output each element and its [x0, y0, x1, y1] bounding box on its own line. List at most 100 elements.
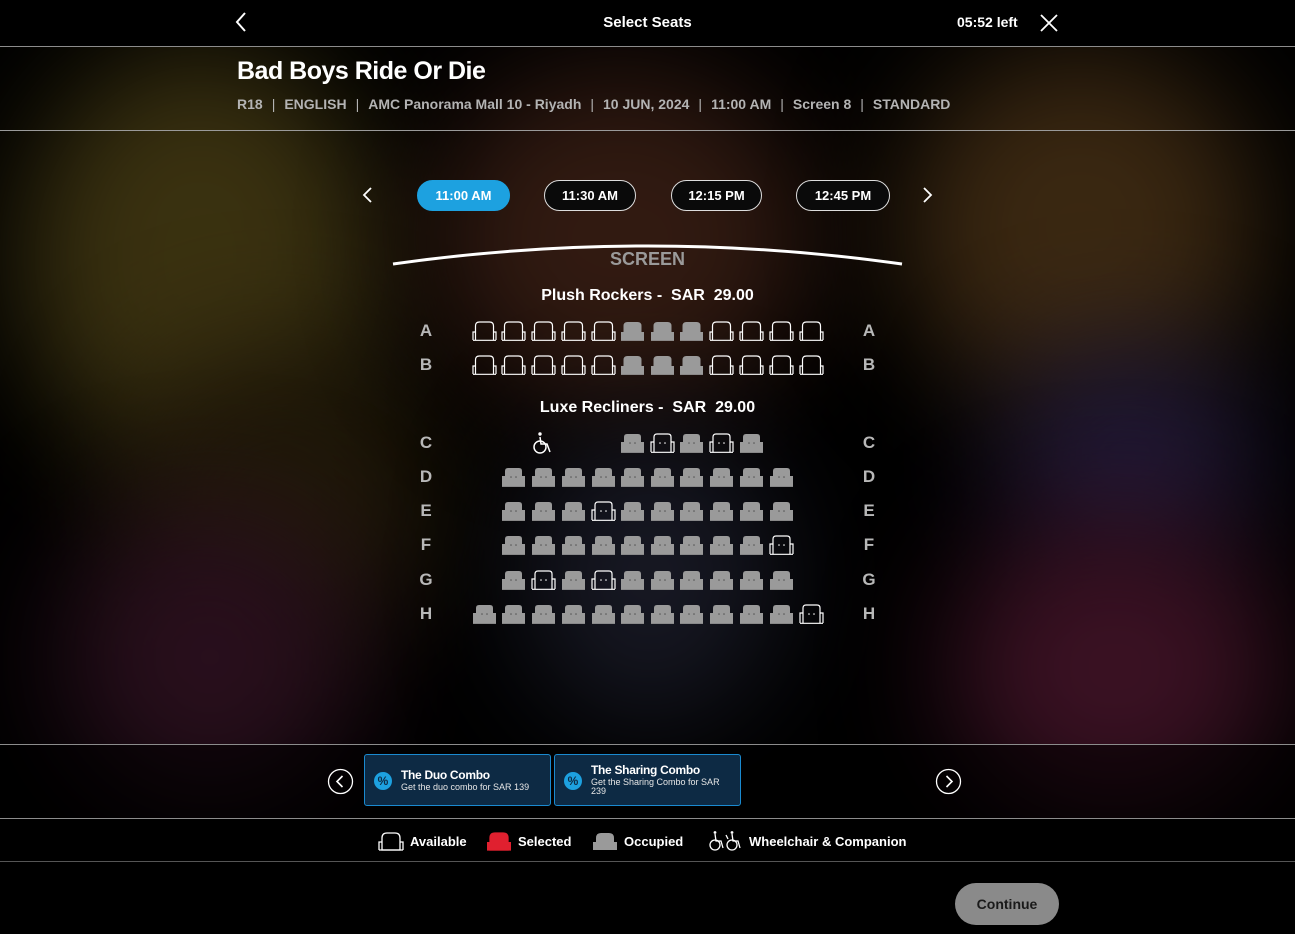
rating-text: R18	[237, 96, 263, 112]
seat-available[interactable]	[768, 534, 794, 556]
row-label-a: A	[862, 321, 876, 340]
seat-occupied	[620, 603, 645, 625]
seat-available[interactable]	[500, 354, 526, 376]
seat-occupied	[709, 466, 734, 488]
seat-occupied	[650, 569, 675, 591]
seat-occupied	[709, 603, 734, 625]
seat-occupied	[620, 466, 645, 488]
seat-occupied	[561, 534, 586, 556]
seat-available[interactable]	[708, 320, 734, 342]
seat-available[interactable]	[560, 320, 586, 342]
row-label-e: E	[420, 501, 432, 520]
seat-occupied	[531, 603, 556, 625]
seat-occupied	[769, 466, 794, 488]
seat-occupied	[620, 569, 645, 591]
top-bar: Select Seats 05:52 left	[0, 0, 1295, 47]
chevron-right-icon[interactable]	[916, 184, 938, 206]
seat-available[interactable]	[590, 500, 616, 522]
chevron-left-icon[interactable]	[357, 184, 379, 206]
time-text: 11:00 AM	[711, 96, 772, 112]
legend-occupied: Occupied	[592, 830, 683, 852]
page-title: Select Seats	[603, 14, 692, 31]
seat-occupied	[739, 432, 764, 454]
seat-available[interactable]	[649, 432, 675, 454]
seat-occupied	[679, 354, 704, 376]
seat-occupied	[679, 603, 704, 625]
row-label-d: D	[862, 467, 876, 486]
close-icon[interactable]	[1038, 12, 1060, 34]
movie-meta: R18 | ENGLISH | AMC Panorama Mall 10 - Riy…	[237, 96, 951, 112]
seat-available[interactable]	[738, 320, 764, 342]
seat-available[interactable]	[768, 354, 794, 376]
row-label-g: G	[419, 570, 433, 589]
row-label-f: F	[420, 535, 432, 554]
seat-available[interactable]	[530, 320, 556, 342]
seat-available[interactable]	[708, 354, 734, 376]
showtime-pill[interactable]: 11:00 AM	[417, 180, 510, 211]
seat-available[interactable]	[708, 432, 734, 454]
row-label-f: F	[863, 535, 875, 554]
seat-occupied	[620, 534, 645, 556]
seat-occupied	[709, 534, 734, 556]
percent-icon: %	[564, 772, 582, 790]
combo-card-duo[interactable]: % The Duo Combo Get the duo combo for SA…	[364, 754, 551, 806]
seat-available[interactable]	[500, 320, 526, 342]
seat-available[interactable]	[560, 354, 586, 376]
seat-occupied	[472, 603, 497, 625]
seat-occupied	[650, 320, 675, 342]
showtime-pill[interactable]: 12:45 PM	[796, 180, 890, 211]
seat-available[interactable]	[738, 354, 764, 376]
seat-occupied	[620, 500, 645, 522]
screen-text: Screen 8	[792, 96, 852, 112]
seat-occupied	[501, 466, 526, 488]
seat-available[interactable]	[471, 354, 497, 376]
available-seat-icon	[378, 832, 404, 851]
row-label-c: C	[419, 433, 433, 452]
seat-available[interactable]	[590, 354, 616, 376]
row-label-d: D	[419, 467, 433, 486]
date-text: 10 JUN, 2024	[603, 96, 690, 112]
screen-label: SCREEN	[609, 249, 685, 269]
seat-available[interactable]	[590, 320, 616, 342]
combo-card-sharing[interactable]: % The Sharing Combo Get the Sharing Comb…	[554, 754, 741, 806]
seat-occupied	[650, 500, 675, 522]
wheelchair-seat-icon[interactable]	[531, 431, 555, 455]
seat-occupied	[769, 500, 794, 522]
showtime-selector: 11:00 AM 11:30 AM 12:15 PM 12:45 PM	[0, 180, 1295, 211]
chevron-right-circle-icon[interactable]	[935, 768, 962, 795]
legend-wheelchair: Wheelchair & Companion	[709, 830, 906, 852]
seat-occupied	[739, 500, 764, 522]
seat-occupied	[709, 500, 734, 522]
showtime-pill[interactable]: 11:30 AM	[544, 180, 636, 211]
seat-available[interactable]	[471, 320, 497, 342]
combo-title: The Sharing Combo	[591, 763, 700, 777]
seat-occupied	[620, 432, 645, 454]
seat-available[interactable]	[768, 320, 794, 342]
seat-occupied	[531, 466, 556, 488]
seat-occupied	[650, 603, 675, 625]
seat-available[interactable]	[590, 569, 616, 591]
showtime-pill[interactable]: 12:15 PM	[671, 180, 762, 211]
seat-available[interactable]	[798, 320, 824, 342]
continue-button[interactable]: Continue	[955, 883, 1059, 925]
seat-occupied	[679, 500, 704, 522]
session-timer: 05:52 left	[957, 14, 1018, 30]
chevron-left-circle-icon[interactable]	[327, 768, 354, 795]
combo-description: Get the duo combo for SAR 139	[401, 782, 530, 792]
combo-title: The Duo Combo	[401, 768, 490, 782]
occupied-seat-icon	[593, 833, 617, 850]
seat-occupied	[561, 603, 586, 625]
seat-occupied	[531, 534, 556, 556]
section-title-plush-rockers: Plush Rockers - SAR 29.00	[541, 287, 754, 304]
legend-selected: Selected	[486, 830, 571, 852]
seat-available[interactable]	[798, 603, 824, 625]
row-label-b: B	[862, 355, 876, 374]
seat-available[interactable]	[798, 354, 824, 376]
seat-available[interactable]	[530, 569, 556, 591]
selected-seat-icon	[487, 832, 511, 851]
cinema-text: AMC Panorama Mall 10 - Riyadh	[368, 96, 582, 112]
movie-header: Bad Boys Ride Or Die R18 | ENGLISH | AMC P…	[0, 47, 1295, 131]
seat-occupied	[739, 466, 764, 488]
seat-occupied	[501, 603, 526, 625]
seat-available[interactable]	[530, 354, 556, 376]
